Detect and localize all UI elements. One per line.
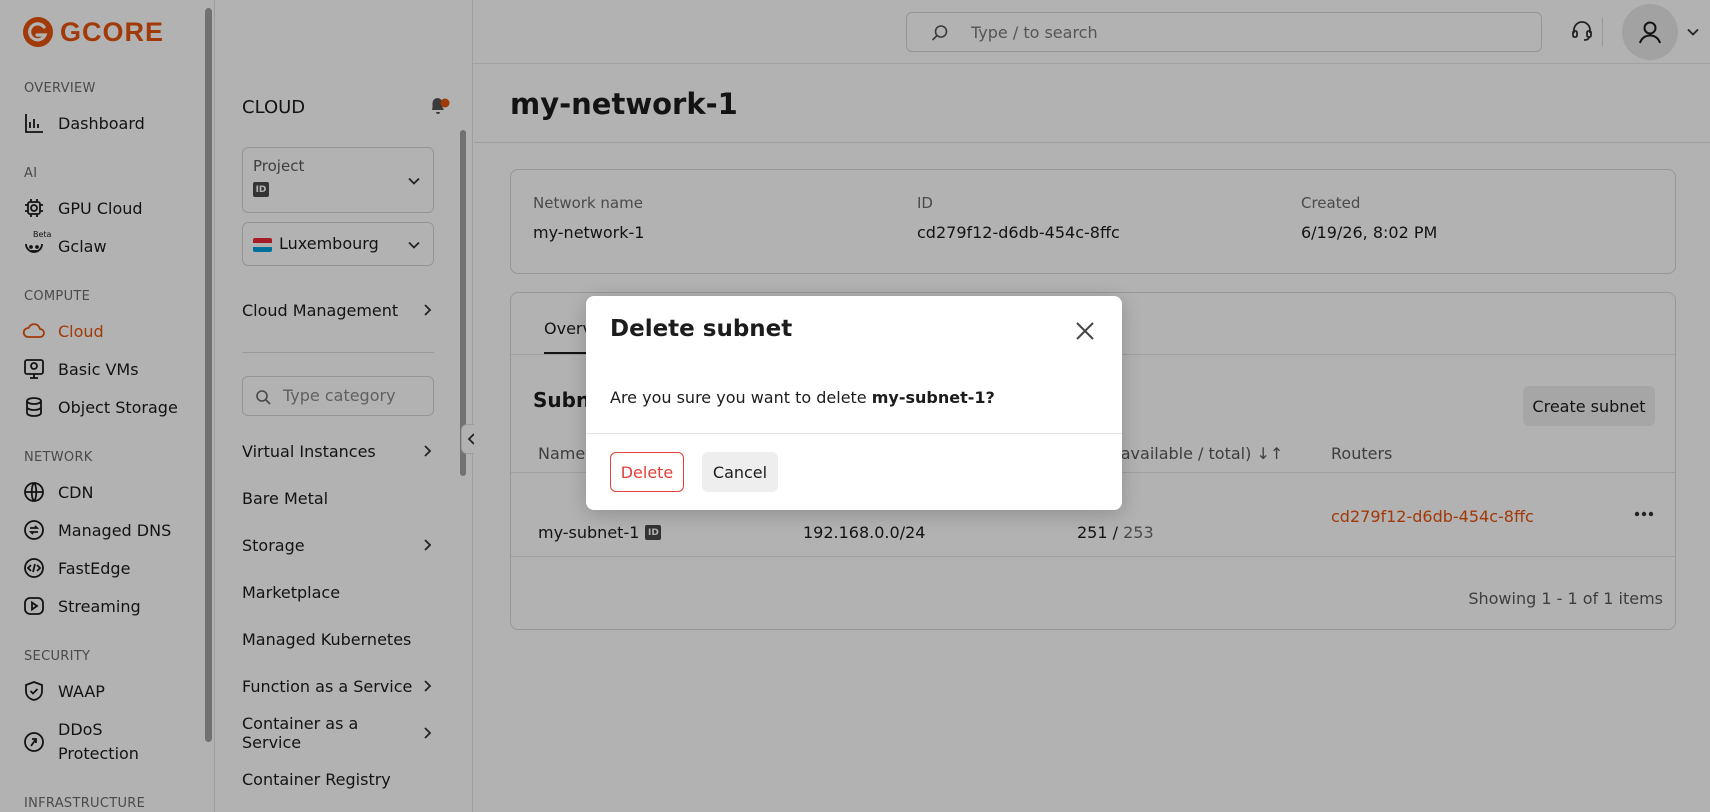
dialog-divider bbox=[586, 433, 1122, 434]
confirm-delete-button[interactable]: Delete bbox=[610, 452, 684, 492]
dialog-title: Delete subnet bbox=[610, 316, 793, 342]
dialog-target-name: my-subnet-1? bbox=[871, 388, 995, 407]
dialog-message: Are you sure you want to delete my-subne… bbox=[610, 388, 995, 407]
close-icon[interactable] bbox=[1072, 318, 1098, 344]
delete-subnet-dialog: Delete subnet Are you sure you want to d… bbox=[586, 296, 1122, 510]
cancel-button[interactable]: Cancel bbox=[702, 452, 778, 492]
